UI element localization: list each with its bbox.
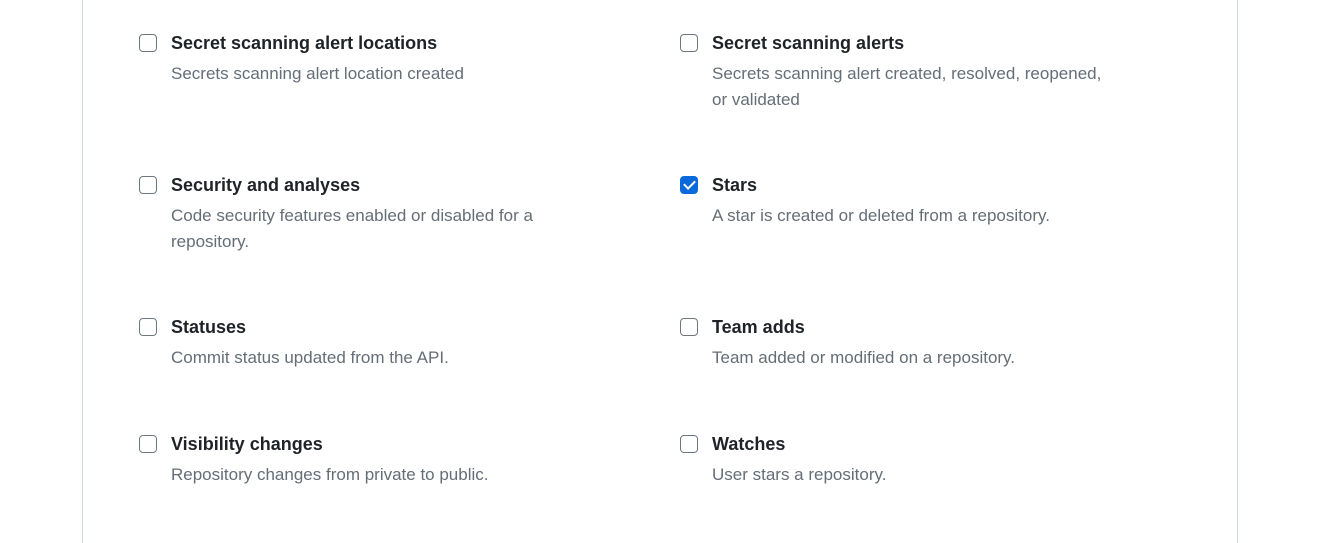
event-security-and-analyses: Security and analyses Code security feat…: [139, 172, 640, 254]
event-description: Repository changes from private to publi…: [171, 462, 489, 488]
event-text: Security and analyses Code security feat…: [171, 172, 571, 254]
event-stars: Stars A star is created or deleted from …: [680, 172, 1181, 254]
event-description: User stars a repository.: [712, 462, 886, 488]
checkbox-team-adds[interactable]: [680, 318, 698, 336]
event-team-adds: Team adds Team added or modified on a re…: [680, 314, 1181, 371]
event-label: Visibility changes: [171, 431, 489, 458]
event-label: Security and analyses: [171, 172, 571, 199]
events-grid: Secret scanning alert locations Secrets …: [139, 30, 1181, 487]
event-text: Stars A star is created or deleted from …: [712, 172, 1050, 229]
checkbox-visibility-changes[interactable]: [139, 435, 157, 453]
event-label: Secret scanning alerts: [712, 30, 1112, 57]
event-description: Code security features enabled or disabl…: [171, 203, 571, 254]
event-visibility-changes: Visibility changes Repository changes fr…: [139, 431, 640, 488]
event-description: Secrets scanning alert created, resolved…: [712, 61, 1112, 112]
checkbox-security-and-analyses[interactable]: [139, 176, 157, 194]
event-label: Team adds: [712, 314, 1015, 341]
event-label: Stars: [712, 172, 1050, 199]
event-text: Statuses Commit status updated from the …: [171, 314, 449, 371]
event-text: Team adds Team added or modified on a re…: [712, 314, 1015, 371]
checkbox-statuses[interactable]: [139, 318, 157, 336]
checkbox-stars[interactable]: [680, 176, 698, 194]
checkbox-watches[interactable]: [680, 435, 698, 453]
event-label: Watches: [712, 431, 886, 458]
event-text: Secret scanning alerts Secrets scanning …: [712, 30, 1112, 112]
event-text: Secret scanning alert locations Secrets …: [171, 30, 464, 87]
event-description: A star is created or deleted from a repo…: [712, 203, 1050, 229]
events-panel: Secret scanning alert locations Secrets …: [82, 0, 1238, 543]
event-secret-scanning-alert-locations: Secret scanning alert locations Secrets …: [139, 30, 640, 112]
checkbox-secret-scanning-alerts[interactable]: [680, 34, 698, 52]
event-description: Team added or modified on a repository.: [712, 345, 1015, 371]
event-description: Commit status updated from the API.: [171, 345, 449, 371]
event-description: Secrets scanning alert location created: [171, 61, 464, 87]
checkbox-secret-scanning-alert-locations[interactable]: [139, 34, 157, 52]
event-watches: Watches User stars a repository.: [680, 431, 1181, 488]
event-secret-scanning-alerts: Secret scanning alerts Secrets scanning …: [680, 30, 1181, 112]
event-statuses: Statuses Commit status updated from the …: [139, 314, 640, 371]
event-label: Secret scanning alert locations: [171, 30, 464, 57]
event-text: Visibility changes Repository changes fr…: [171, 431, 489, 488]
event-text: Watches User stars a repository.: [712, 431, 886, 488]
event-label: Statuses: [171, 314, 449, 341]
